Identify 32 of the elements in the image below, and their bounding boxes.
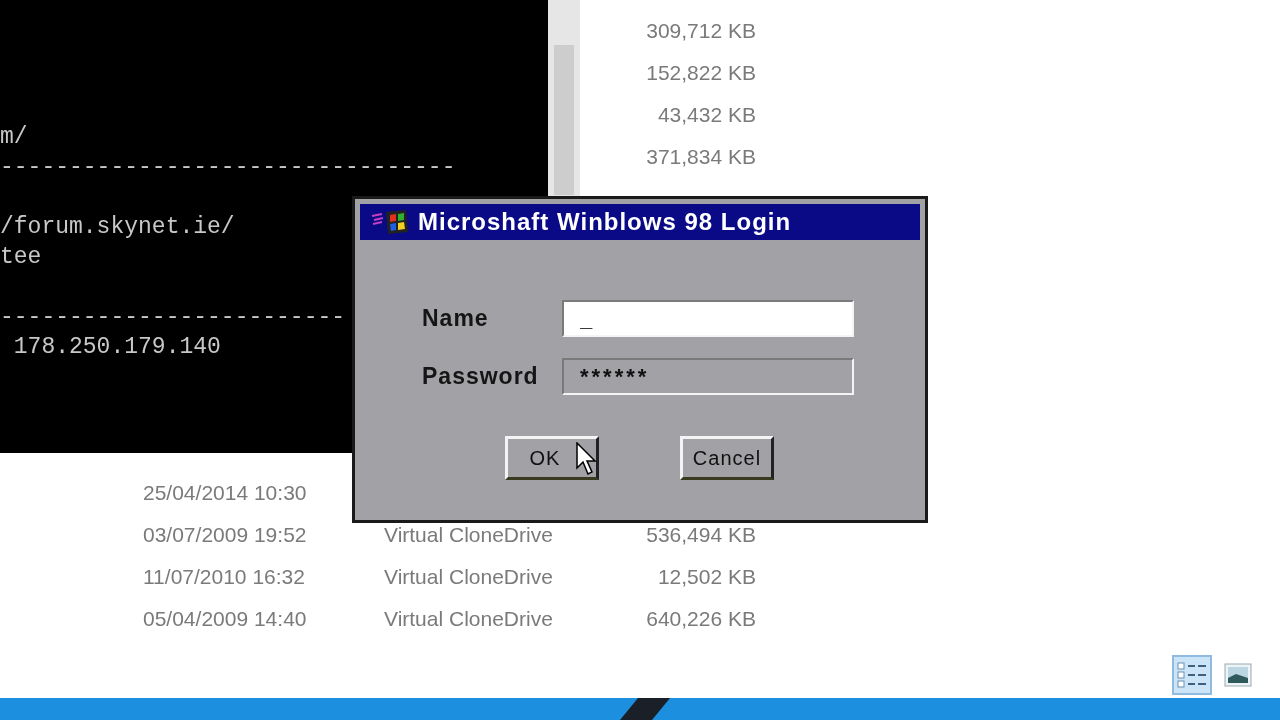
size-cell-text: 152,822 KB [645, 61, 756, 85]
size-cell-text: 371,834 KB [645, 145, 756, 169]
type-cell-text: Virtual CloneDrive [384, 607, 554, 631]
field-label: Name [422, 305, 490, 332]
flag-logo-icon [370, 208, 410, 236]
terminal-line: /forum.skynet.ie/ [0, 213, 235, 242]
terminal-line: m/ [0, 123, 28, 152]
terminal-line: ------------------------- [0, 303, 346, 332]
type-cell-text: Virtual CloneDrive [384, 565, 554, 589]
type-cell-text: Virtual CloneDrive [384, 523, 554, 547]
dialog-button[interactable]: OK [505, 436, 599, 480]
preview-pane-icon [1224, 663, 1252, 687]
mouse-pointer-icon [576, 442, 598, 476]
date-cell-text: 05/04/2009 14:40 [143, 607, 308, 631]
details-view-icon [1177, 661, 1207, 689]
date-cell-text: 03/07/2009 19:52 [143, 523, 308, 547]
size-cell-text: 43,432 KB [656, 103, 756, 127]
size-cell-text: 12,502 KB [656, 565, 756, 589]
input-field[interactable]: ****** [562, 358, 854, 395]
size-cell-text: 640,226 KB [645, 607, 756, 631]
view-button[interactable] [1172, 655, 1212, 695]
window-title: Microshaft Winblows 98 Login [418, 208, 792, 236]
date-cell-text: 25/04/2014 10:30 [143, 481, 308, 505]
size-cell-text: 536,494 KB [645, 523, 756, 547]
size-cell-text: 309,712 KB [645, 19, 756, 43]
input-field[interactable]: _ [562, 300, 854, 337]
terminal-line: 178.250.179.140 [12, 333, 221, 362]
date-cell-text: 11/07/2010 16:32 [143, 565, 306, 589]
dialog-button[interactable]: Cancel [680, 436, 774, 480]
terminal-line: --------------------------------- [0, 153, 456, 182]
field-label: Password [422, 363, 540, 390]
terminal-line: tee [0, 243, 42, 272]
